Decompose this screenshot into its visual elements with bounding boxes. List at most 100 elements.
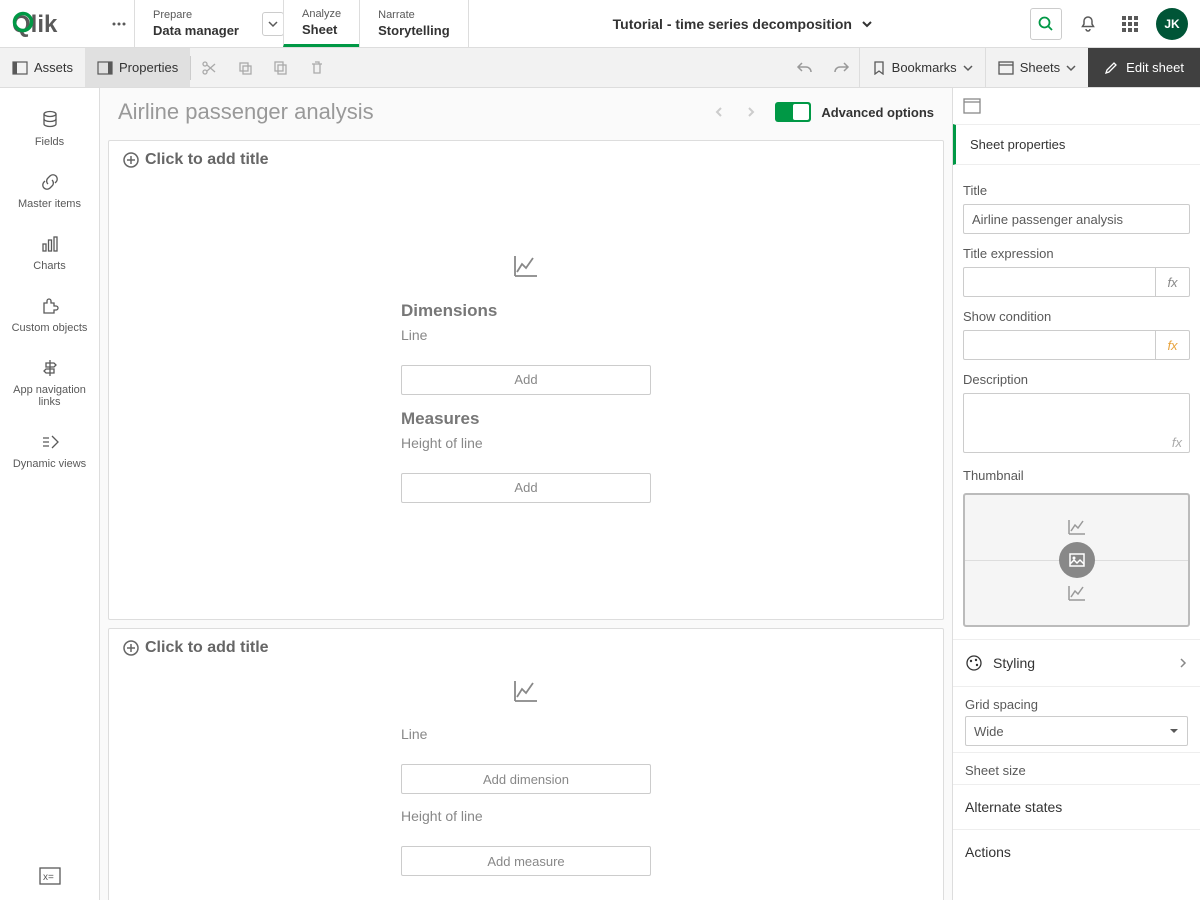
prepare-dropdown[interactable] bbox=[262, 12, 284, 36]
rail-custom-objects[interactable]: Custom objects bbox=[0, 286, 99, 344]
delete-button[interactable] bbox=[299, 48, 335, 87]
grid-spacing-label: Grid spacing bbox=[965, 697, 1188, 712]
title-expression-fx-button[interactable]: fx bbox=[1156, 267, 1190, 297]
title-expression-input[interactable] bbox=[963, 267, 1156, 297]
rail-nav-links[interactable]: App navigation links bbox=[0, 348, 99, 418]
viz2-title[interactable]: Click to add title bbox=[109, 629, 943, 667]
panel-top-icons bbox=[953, 88, 1200, 124]
sheet-icon[interactable] bbox=[963, 98, 981, 114]
styling-row[interactable]: Styling bbox=[953, 639, 1200, 686]
properties-toggle[interactable]: Properties bbox=[85, 48, 190, 87]
viz2-add-measure-button[interactable]: Add measure bbox=[401, 846, 651, 876]
tab-prepare-small: Prepare bbox=[153, 9, 239, 21]
redo-button[interactable] bbox=[823, 48, 859, 87]
copy-button[interactable] bbox=[227, 48, 263, 87]
prev-sheet-button[interactable] bbox=[705, 98, 733, 126]
advanced-label: Advanced options bbox=[821, 105, 934, 120]
sheet-size-label: Sheet size bbox=[965, 763, 1188, 778]
show-condition-input-group: fx bbox=[963, 330, 1190, 360]
plus-circle-icon bbox=[123, 640, 139, 656]
bell-icon bbox=[1079, 15, 1097, 33]
rail-charts[interactable]: Charts bbox=[0, 224, 99, 282]
tab-prepare[interactable]: Prepare Data manager bbox=[134, 0, 283, 47]
show-condition-label: Show condition bbox=[963, 309, 1190, 324]
search-button[interactable] bbox=[1030, 8, 1062, 40]
paste-icon bbox=[273, 60, 289, 76]
tab-prepare-big: Data manager bbox=[153, 23, 239, 38]
viz1-add-measure-button[interactable]: Add bbox=[401, 473, 651, 503]
show-condition-fx-button[interactable]: fx bbox=[1156, 330, 1190, 360]
rail-dynamic-views[interactable]: Dynamic views bbox=[0, 422, 99, 480]
properties-panel: Sheet properties Title Title expression … bbox=[952, 88, 1200, 900]
apps-grid-button[interactable] bbox=[1114, 8, 1146, 40]
undo-button[interactable] bbox=[787, 48, 823, 87]
rail-fields[interactable]: Fields bbox=[0, 100, 99, 158]
tab-narrate-small: Narrate bbox=[378, 9, 450, 21]
more-menu-icon[interactable] bbox=[104, 0, 134, 47]
trash-icon bbox=[309, 60, 325, 76]
title-expression-input-group: fx bbox=[963, 267, 1190, 297]
assets-toggle[interactable]: Assets bbox=[0, 48, 85, 87]
rail-variables[interactable]: x= bbox=[27, 855, 73, 900]
viz-grid: Click to add title Dimensions Line Add M… bbox=[100, 140, 952, 900]
header-right: JK bbox=[1018, 0, 1200, 47]
puzzle-icon bbox=[40, 296, 60, 316]
change-thumbnail-button[interactable] bbox=[1059, 542, 1095, 578]
grid-icon bbox=[1121, 15, 1139, 33]
thumbnail-label: Thumbnail bbox=[963, 468, 1190, 483]
tab-analyze-big: Sheet bbox=[302, 22, 341, 37]
variable-icon: x= bbox=[39, 867, 61, 885]
app-title[interactable]: Tutorial - time series decomposition bbox=[469, 0, 1018, 47]
line-chart-icon bbox=[512, 677, 540, 708]
avatar[interactable]: JK bbox=[1156, 8, 1188, 40]
svg-text:x=: x= bbox=[43, 872, 54, 883]
advanced-switch[interactable] bbox=[775, 102, 811, 122]
panel-left-icon bbox=[12, 60, 28, 76]
notifications-button[interactable] bbox=[1072, 8, 1104, 40]
top-header: Qlik Prepare Data manager Analyze Sheet … bbox=[0, 0, 1200, 48]
sheet-header: Airline passenger analysis Advanced opti… bbox=[100, 88, 952, 140]
thumbnail-preview[interactable] bbox=[963, 493, 1190, 627]
link-icon bbox=[40, 172, 60, 192]
viz1-body: Dimensions Line Add Measures Height of l… bbox=[109, 179, 943, 619]
paste-button[interactable] bbox=[263, 48, 299, 87]
toolbar: Assets Properties Bookmarks Sheets Edit … bbox=[0, 48, 1200, 88]
visualization-1[interactable]: Click to add title Dimensions Line Add M… bbox=[108, 140, 944, 620]
description-fx-button[interactable]: fx bbox=[1172, 435, 1182, 450]
signpost-icon bbox=[40, 358, 60, 378]
cut-button[interactable] bbox=[191, 48, 227, 87]
sheet-title[interactable]: Airline passenger analysis bbox=[118, 99, 695, 125]
next-sheet-button[interactable] bbox=[737, 98, 765, 126]
logo[interactable]: Qlik bbox=[0, 0, 104, 47]
viz1-add-dimension-button[interactable]: Add bbox=[401, 365, 651, 395]
tab-narrate[interactable]: Narrate Storytelling bbox=[359, 0, 469, 47]
database-icon bbox=[40, 110, 60, 130]
chevron-down-icon bbox=[860, 17, 874, 31]
line-chart-icon bbox=[1067, 583, 1087, 603]
title-input[interactable] bbox=[963, 204, 1190, 234]
redo-icon bbox=[832, 59, 850, 77]
visualization-2[interactable]: Click to add title Line Add dimension He… bbox=[108, 628, 944, 900]
chevron-down-icon bbox=[963, 63, 973, 73]
scissors-icon bbox=[201, 60, 217, 76]
bookmarks-button[interactable]: Bookmarks bbox=[859, 48, 985, 87]
viz2-add-dimension-button[interactable]: Add dimension bbox=[401, 764, 651, 794]
grid-spacing-section: Grid spacing Wide bbox=[953, 686, 1200, 752]
title-label: Title bbox=[963, 183, 1190, 198]
show-condition-input[interactable] bbox=[963, 330, 1156, 360]
alternate-states-row[interactable]: Alternate states bbox=[953, 784, 1200, 829]
grid-spacing-select[interactable]: Wide bbox=[965, 716, 1188, 746]
edit-sheet-button[interactable]: Edit sheet bbox=[1088, 48, 1200, 87]
sheet-properties-tab[interactable]: Sheet properties bbox=[953, 124, 1200, 165]
description-input[interactable] bbox=[963, 393, 1190, 453]
viz1-title[interactable]: Click to add title bbox=[109, 141, 943, 179]
viz1-measures: Measures Height of line bbox=[401, 409, 651, 457]
dynamic-icon bbox=[40, 432, 60, 452]
tab-analyze[interactable]: Analyze Sheet bbox=[283, 0, 359, 47]
search-icon bbox=[1037, 15, 1055, 33]
rail-master-items[interactable]: Master items bbox=[0, 162, 99, 220]
chevron-right-icon bbox=[1178, 655, 1188, 671]
copy-icon bbox=[237, 60, 253, 76]
actions-row[interactable]: Actions bbox=[953, 829, 1200, 874]
sheets-button[interactable]: Sheets bbox=[985, 48, 1088, 87]
